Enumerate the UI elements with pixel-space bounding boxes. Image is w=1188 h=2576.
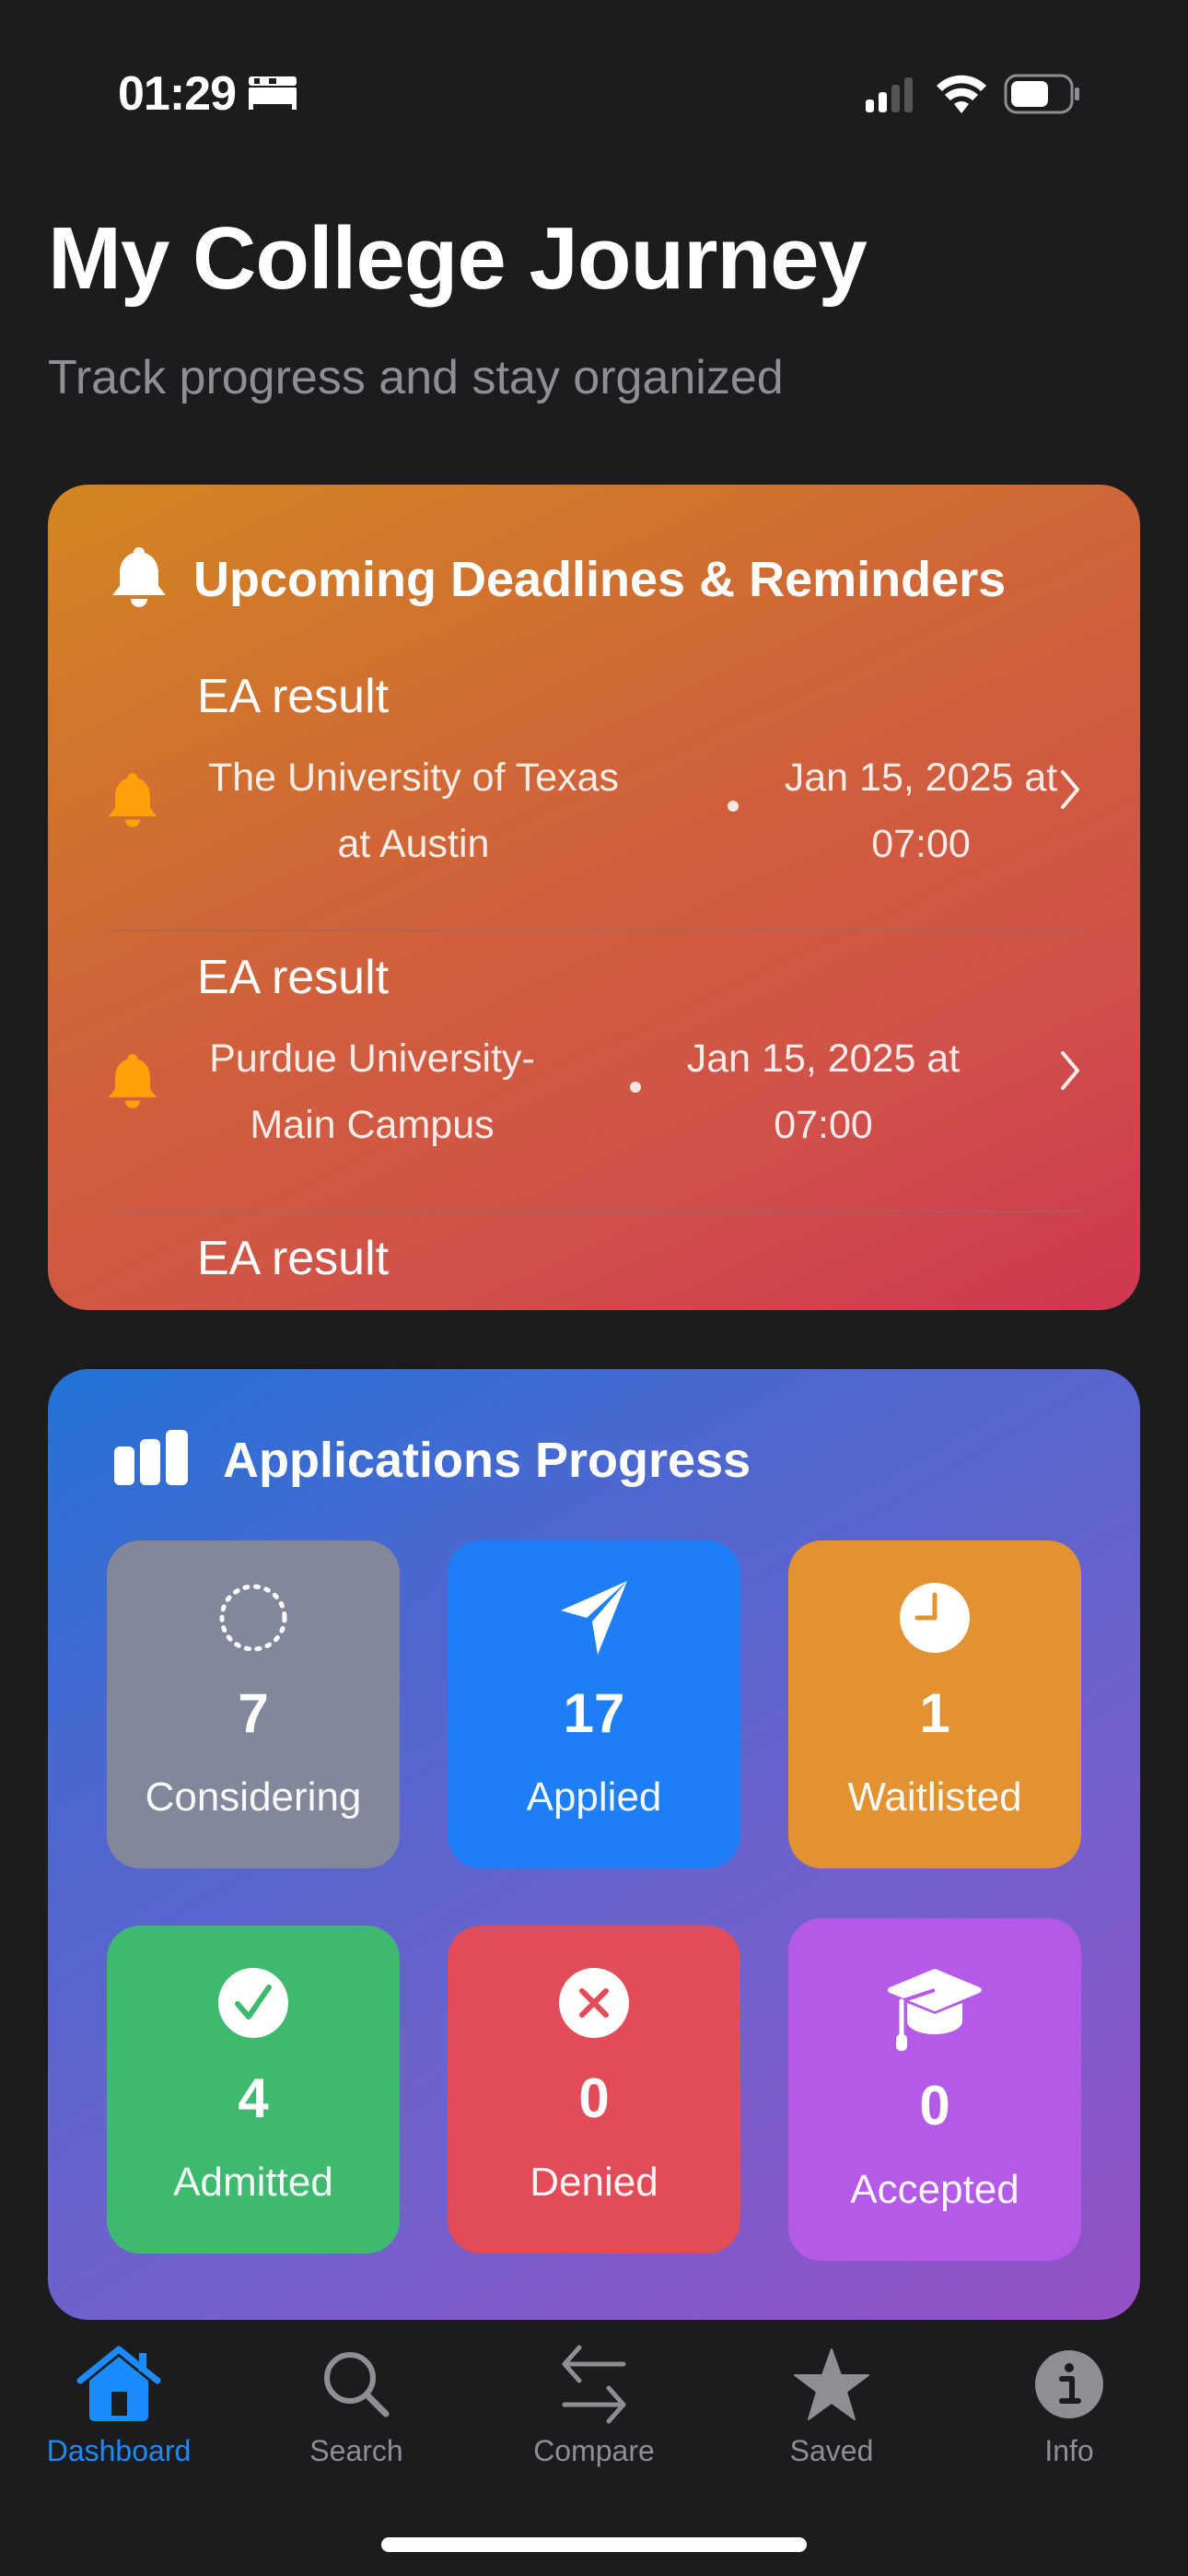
deadline-school: Purdue University-Main Campus	[209, 1036, 535, 1147]
house-icon	[76, 2340, 161, 2429]
separator-dot	[630, 1082, 641, 1093]
deadline-title: EA result	[197, 1232, 390, 1277]
page-title: My College Journey	[48, 209, 868, 308]
status-bar: 01:29	[0, 0, 1188, 184]
bed-icon	[247, 66, 298, 122]
deadline-item[interactable]: EA result	[107, 1212, 1083, 1277]
status-tile-accepted[interactable]: 0 Accepted	[788, 1918, 1081, 2261]
paper-plane-icon	[557, 1581, 631, 1655]
tab-saved[interactable]: Saved	[713, 2340, 950, 2488]
arrows-swap-icon	[559, 2340, 629, 2429]
status-time: 01:29	[118, 67, 237, 121]
clock-icon	[899, 1581, 971, 1655]
wifi-icon	[936, 75, 987, 118]
deadline-item[interactable]: EA result The University of Texas at Aus…	[107, 650, 1083, 931]
checkmark-circle-icon	[217, 1966, 289, 2040]
bell-icon	[107, 1051, 158, 1115]
tile-label: Admitted	[173, 2160, 333, 2205]
tab-label: Dashboard	[46, 2434, 192, 2467]
deadlines-header: Upcoming Deadlines & Reminders	[111, 545, 1006, 613]
deadline-school: The University of Texas at Austin	[207, 755, 620, 866]
deadline-title: EA result	[197, 951, 390, 1004]
tile-count: 17	[563, 1682, 625, 1744]
page-subtitle: Track progress and stay organized	[48, 351, 784, 404]
tile-label: Accepted	[850, 2167, 1019, 2212]
tab-bar: Dashboard Search Compare Saved Info	[0, 2340, 1188, 2488]
tab-label: Info	[1044, 2434, 1094, 2467]
status-tile-applied[interactable]: 17 Applied	[448, 1540, 740, 1868]
tile-label: Denied	[530, 2160, 658, 2205]
deadlines-card: Upcoming Deadlines & Reminders EA result…	[48, 485, 1140, 1310]
status-tile-considering[interactable]: 7 Considering	[107, 1540, 400, 1868]
bell-icon	[107, 770, 158, 834]
dotted-circle-icon	[216, 1581, 290, 1655]
tab-compare[interactable]: Compare	[475, 2340, 713, 2488]
tile-count: 7	[238, 1682, 269, 1744]
progress-title: Applications Progress	[223, 1432, 751, 1488]
status-time-group: 01:29	[118, 66, 298, 122]
cellular-signal-icon	[864, 76, 919, 117]
tab-label: Saved	[789, 2434, 874, 2467]
separator-dot	[728, 801, 739, 812]
status-tile-denied[interactable]: 0 Denied	[448, 1926, 740, 2254]
status-tile-waitlisted[interactable]: 1 Waitlisted	[788, 1540, 1081, 1868]
applications-progress-card: Applications Progress 7 Considering 17 A…	[48, 1369, 1140, 2320]
chevron-right-icon[interactable]	[1057, 1049, 1083, 1096]
magnifying-glass-icon	[321, 2340, 391, 2429]
deadline-title: EA result	[197, 670, 390, 723]
deadline-date: Jan 15, 2025 at 07:00	[686, 1036, 961, 1147]
tile-count: 0	[578, 2067, 610, 2129]
tile-label: Considering	[145, 1774, 362, 1820]
tab-search[interactable]: Search	[238, 2340, 475, 2488]
deadline-date: Jan 15, 2025 at 07:00	[784, 755, 1058, 866]
star-icon	[793, 2340, 870, 2429]
bell-icon	[111, 545, 168, 613]
tile-count: 1	[919, 1682, 950, 1744]
tab-label: Compare	[533, 2434, 655, 2467]
tile-label: Waitlisted	[847, 1774, 1022, 1820]
battery-icon	[1004, 74, 1081, 119]
home-indicator[interactable]	[381, 2537, 807, 2552]
deadline-item[interactable]: EA result Purdue University-Main Campus …	[107, 931, 1083, 1212]
status-tile-admitted[interactable]: 4 Admitted	[107, 1926, 400, 2254]
deadlines-title: Upcoming Deadlines & Reminders	[193, 551, 1007, 607]
chevron-right-icon[interactable]	[1057, 768, 1083, 815]
graduation-cap-icon	[887, 1966, 983, 2055]
status-indicators	[864, 74, 1081, 119]
deadline-list[interactable]: EA result The University of Texas at Aus…	[107, 650, 1083, 1277]
tile-count: 0	[919, 2075, 950, 2137]
info-circle-icon	[1034, 2340, 1104, 2429]
tile-count: 4	[238, 2067, 269, 2129]
tab-label: Search	[309, 2434, 403, 2467]
tile-label: Applied	[526, 1774, 662, 1820]
bar-chart-icon	[112, 1430, 190, 1490]
progress-header: Applications Progress	[112, 1430, 751, 1490]
tab-info[interactable]: Info	[950, 2340, 1188, 2488]
tab-dashboard[interactable]: Dashboard	[0, 2340, 238, 2488]
x-circle-icon	[558, 1966, 630, 2040]
